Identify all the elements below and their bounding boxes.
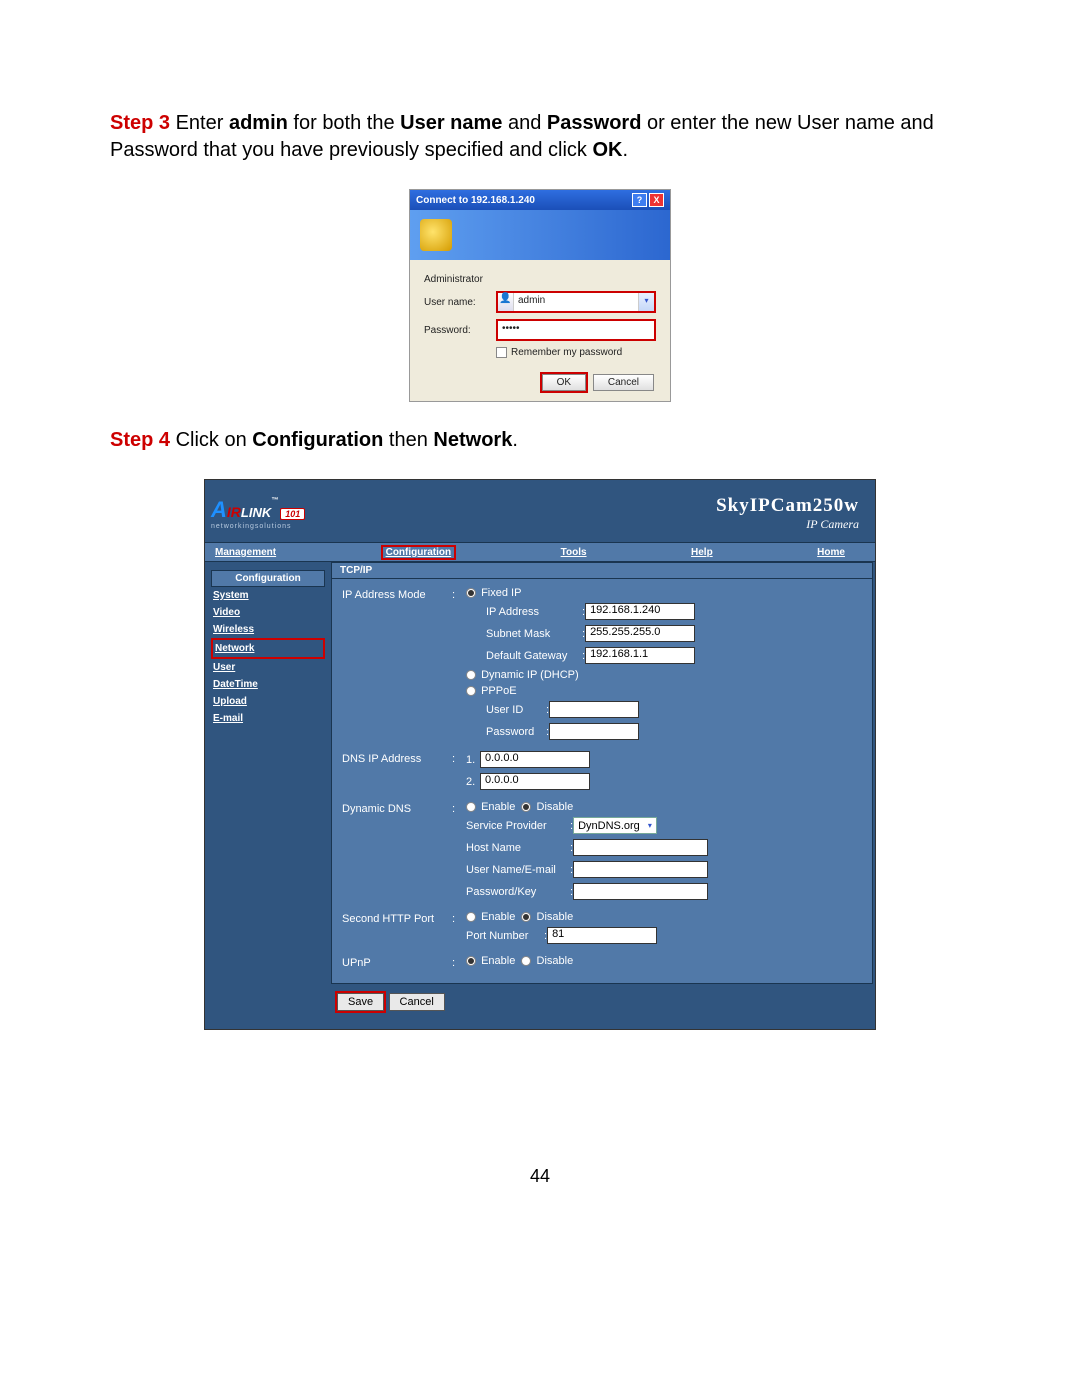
sidebar-item-email[interactable]: E-mail: [211, 710, 325, 727]
sidebar-item-network[interactable]: Network: [211, 638, 325, 659]
airlink-logo: AIRLINK™ 101 networkingsolutions: [211, 497, 305, 530]
save-button[interactable]: Save: [337, 993, 384, 1011]
second-http-label: Second HTTP Port: [342, 911, 452, 925]
product-title: SkyIPCam250w: [716, 495, 859, 517]
nav-configuration[interactable]: Configuration: [381, 545, 457, 560]
port-number-input[interactable]: 81: [547, 927, 657, 944]
dialog-banner: [410, 210, 670, 260]
auth-dialog-screenshot: Connect to 192.168.1.240 ? X Administrat…: [110, 189, 970, 402]
step4-label: Step 4: [110, 429, 170, 451]
dialog-title: Connect to 192.168.1.240: [416, 195, 535, 206]
ip-address-input[interactable]: 192.168.1.240: [585, 603, 695, 620]
upnp-label: UPnP: [342, 955, 452, 969]
ip-mode-label: IP Address Mode: [342, 587, 452, 601]
remember-checkbox[interactable]: [496, 347, 507, 358]
ddns-label: Dynamic DNS: [342, 801, 452, 815]
radio-upnp-enable[interactable]: [466, 956, 476, 966]
radio-fixed-ip[interactable]: [466, 588, 476, 598]
sidebar-item-upload[interactable]: Upload: [211, 693, 325, 710]
hostname-input[interactable]: [573, 839, 708, 856]
dns-label: DNS IP Address: [342, 751, 452, 765]
section-header-tcpip: TCP/IP: [331, 562, 873, 579]
sidebar-item-wireless[interactable]: Wireless: [211, 621, 325, 638]
username-input[interactable]: admin: [514, 293, 638, 311]
radio-http2-enable[interactable]: [466, 912, 476, 922]
remember-label: Remember my password: [511, 347, 622, 358]
password-label: Password:: [424, 325, 496, 336]
radio-ddns-enable[interactable]: [466, 802, 476, 812]
nav-help[interactable]: Help: [691, 547, 713, 558]
step4-text: Step 4 Click on Configuration then Netwo…: [110, 427, 970, 454]
keys-icon: [420, 219, 452, 251]
dns2-input[interactable]: 0.0.0.0: [480, 773, 590, 790]
user-icon: 👤: [498, 293, 514, 311]
config-page: AIRLINK™ 101 networkingsolutions SkyIPCa…: [204, 479, 876, 1030]
config-navbar: Management Configuration Tools Help Home: [205, 542, 875, 562]
nav-home[interactable]: Home: [817, 547, 845, 558]
radio-upnp-disable[interactable]: [521, 956, 531, 966]
pppoe-password-input[interactable]: [549, 723, 639, 740]
ddns-user-input[interactable]: [573, 861, 708, 878]
nav-management[interactable]: Management: [215, 547, 276, 558]
cancel-button[interactable]: Cancel: [593, 374, 654, 391]
close-button[interactable]: X: [649, 193, 664, 207]
username-field-highlight: 👤 admin ▾: [496, 291, 656, 313]
nav-tools[interactable]: Tools: [561, 547, 587, 558]
gateway-input[interactable]: 192.168.1.1: [585, 647, 695, 664]
cancel-button[interactable]: Cancel: [389, 993, 445, 1011]
step3-label: Step 3: [110, 112, 170, 134]
sidebar-item-system[interactable]: System: [211, 587, 325, 604]
password-field-highlight: •••••: [496, 319, 656, 341]
radio-dhcp[interactable]: [466, 670, 476, 680]
page-number: 44: [0, 1166, 1080, 1187]
username-label: User name:: [424, 297, 496, 308]
admin-heading: Administrator: [424, 274, 496, 285]
dialog-titlebar: Connect to 192.168.1.240 ? X: [410, 190, 670, 210]
ok-button[interactable]: OK: [542, 374, 586, 391]
sidebar-header: Configuration: [211, 570, 325, 587]
radio-ddns-disable[interactable]: [521, 802, 531, 812]
radio-pppoe[interactable]: [466, 686, 476, 696]
config-header: AIRLINK™ 101 networkingsolutions SkyIPCa…: [205, 480, 875, 542]
sidebar-item-user[interactable]: User: [211, 659, 325, 676]
ddns-key-input[interactable]: [573, 883, 708, 900]
dns1-input[interactable]: 0.0.0.0: [480, 751, 590, 768]
help-button[interactable]: ?: [632, 193, 647, 207]
chevron-down-icon: ▾: [644, 821, 656, 830]
radio-http2-disable[interactable]: [521, 912, 531, 922]
password-input[interactable]: •••••: [498, 321, 654, 339]
sidebar-item-video[interactable]: Video: [211, 604, 325, 621]
sidebar-item-datetime[interactable]: DateTime: [211, 676, 325, 693]
auth-dialog: Connect to 192.168.1.240 ? X Administrat…: [409, 189, 671, 402]
step3-text: Step 3 Enter admin for both the User nam…: [110, 110, 970, 164]
config-page-screenshot: AIRLINK™ 101 networkingsolutions SkyIPCa…: [110, 479, 970, 1030]
subnet-mask-input[interactable]: 255.255.255.0: [585, 625, 695, 642]
service-provider-select[interactable]: DynDNS.org▾: [573, 817, 657, 834]
config-sidebar: Configuration System Video Wireless Netw…: [205, 562, 331, 1029]
pppoe-userid-input[interactable]: [549, 701, 639, 718]
product-subtitle: IP Camera: [716, 517, 859, 532]
username-dropdown-icon[interactable]: ▾: [638, 293, 654, 311]
